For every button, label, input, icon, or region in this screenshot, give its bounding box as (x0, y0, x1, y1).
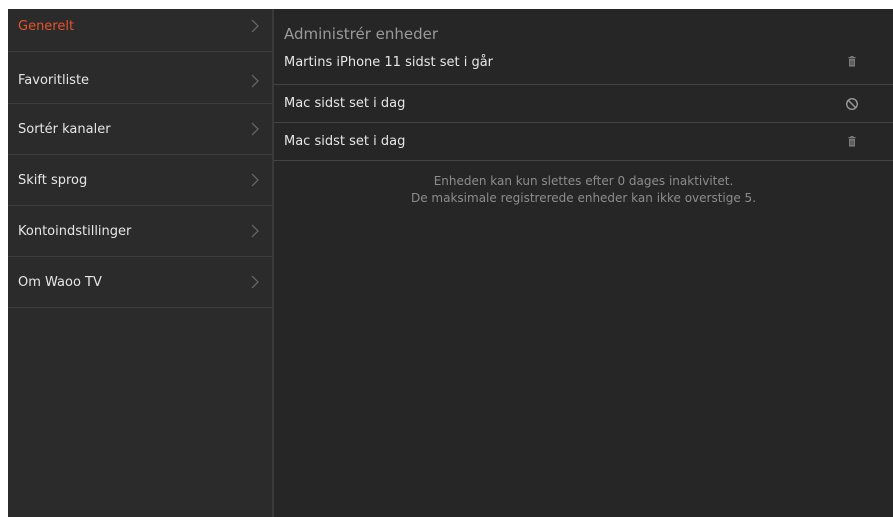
sidebar: Generelt Favoritliste Sortér kanaler Ski… (8, 9, 274, 517)
main-panel: Administrér enheder Martins iPhone 11 si… (274, 9, 893, 517)
chevron-right-icon (250, 275, 260, 289)
sidebar-item-om-waoo-tv[interactable]: Om Waoo TV (8, 257, 272, 308)
chevron-right-icon (250, 173, 260, 187)
sidebar-item-label: Kontoindstillinger (18, 223, 132, 239)
chevron-right-icon (250, 19, 260, 33)
sidebar-item-label: Generelt (18, 19, 75, 34)
device-row: Mac sidst set i dag (274, 123, 893, 161)
page-title: Administrér enheder (284, 25, 439, 43)
device-name: Martins iPhone 11 sidst set i går (284, 55, 494, 70)
trash-icon[interactable] (845, 55, 859, 69)
sidebar-list: Generelt Favoritliste Sortér kanaler Ski… (8, 9, 272, 308)
sidebar-item-label: Sortér kanaler (18, 121, 111, 137)
chevron-right-icon (250, 224, 260, 238)
sidebar-item-skift-sprog[interactable]: Skift sprog (8, 155, 272, 206)
block-icon[interactable] (845, 97, 859, 111)
sidebar-item-sorter-kanaler[interactable]: Sortér kanaler (8, 104, 272, 155)
trash-icon[interactable] (845, 135, 859, 149)
info-max-devices-text: De maksimale registrerede enheder kan ik… (410, 191, 757, 205)
device-row: Martins iPhone 11 sidst set i går (274, 47, 893, 85)
settings-app: Generelt Favoritliste Sortér kanaler Ski… (8, 9, 893, 517)
sidebar-item-favoritliste[interactable]: Favoritliste (8, 52, 272, 104)
chevron-right-icon (250, 122, 260, 136)
device-row: Mac sidst set i dag (274, 85, 893, 123)
sidebar-item-kontoindstillinger[interactable]: Kontoindstillinger (8, 206, 272, 257)
sidebar-item-label: Om Waoo TV (18, 274, 102, 290)
device-name: Mac sidst set i dag (284, 134, 406, 149)
chevron-right-icon (250, 74, 260, 88)
device-info: Enheden kan kun slettes efter 0 dages in… (274, 161, 893, 207)
device-name: Mac sidst set i dag (284, 96, 406, 111)
device-list: Martins iPhone 11 sidst set i går Mac si… (274, 47, 893, 161)
sidebar-item-generelt[interactable]: Generelt (8, 9, 272, 52)
info-inactivity-text: Enheden kan kun slettes efter 0 dages in… (433, 174, 734, 188)
sidebar-item-label: Favoritliste (18, 73, 90, 88)
sidebar-item-label: Skift sprog (18, 172, 88, 188)
